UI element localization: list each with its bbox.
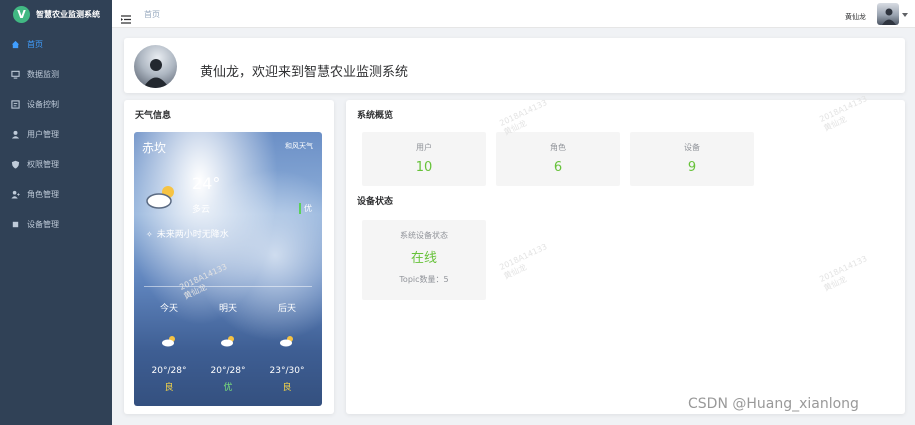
stat-devices[interactable]: 设备 9 [630, 132, 754, 186]
shield-icon [10, 159, 20, 169]
device-icon [10, 219, 20, 229]
partly-cloudy-icon [144, 182, 180, 210]
divider [144, 286, 312, 287]
forecast-day-tomorrow: 明天 [218, 304, 237, 314]
role-icon [10, 189, 20, 199]
sidebar-item-home[interactable]: 首页 [0, 29, 112, 59]
precipitation-text: 未来两小时无降水 [156, 230, 229, 240]
sidebar-menu: 首页 数据监测 设备控制 用户管理 权限管理 角色管理 设备管理 [0, 29, 112, 239]
hamburger-icon[interactable] [121, 9, 131, 24]
sidebar-item-label: 设备控制 [27, 99, 59, 109]
welcome-card: 黄仙龙，欢迎来到智慧农业监测系统 [124, 38, 905, 93]
sidebar-item-label: 角色管理 [27, 189, 59, 199]
air-quality-badge: 优 [299, 203, 312, 214]
stat-label: 用户 [416, 143, 432, 152]
weather-provider: 和风天气 [285, 142, 313, 150]
overview-card: 系统概览 用户 10 角色 6 设备 9 设备状态 系统设备状态 在线 Topi… [346, 100, 905, 414]
forecast-range-today: 20°/28° [151, 366, 187, 376]
forecast-range-tomorrow: 20°/28° [210, 366, 246, 376]
stat-label: 设备 [684, 143, 700, 152]
device-status-title: 设备状态 [357, 197, 394, 207]
sidebar-item-label: 用户管理 [27, 129, 59, 139]
stat-label: 角色 [550, 143, 566, 152]
top-navbar: 首页 黄仙龙 [112, 0, 915, 28]
partly-cloudy-icon [161, 332, 177, 347]
sidebar-item-user-management[interactable]: 用户管理 [0, 119, 112, 149]
forecast-quality-today: 良 [164, 383, 174, 393]
stat-value: 10 [415, 160, 433, 175]
device-status-value: 在线 [410, 251, 437, 266]
weather-city: 赤坎 [142, 141, 167, 155]
sidebar-item-role[interactable]: 角色管理 [0, 179, 112, 209]
welcome-message: 黄仙龙，欢迎来到智慧农业监测系统 [200, 65, 409, 80]
user-icon [10, 129, 20, 139]
weather-card-title: 天气信息 [135, 111, 172, 121]
device-status-label: 系统设备状态 [400, 231, 448, 240]
home-icon [10, 39, 20, 49]
avatar-large [134, 45, 177, 88]
weather-card: 天气信息 赤坎 和风天气 24° 多云 优 ✧ 未来两小时无降水 今天 明天 后天… [124, 100, 334, 414]
stat-users[interactable]: 用户 10 [362, 132, 486, 186]
device-control-icon [10, 99, 20, 109]
partly-cloudy-icon [220, 332, 236, 347]
sidebar-item-data-monitor[interactable]: 数据监测 [0, 59, 112, 89]
forecast-quality-after: 良 [282, 383, 292, 393]
app-logo[interactable]: V 智慧农业监测系统 [0, 0, 112, 28]
device-status-box[interactable]: 系统设备状态 在线 Topic数量：5 [362, 220, 486, 300]
sidebar: V 智慧农业监测系统 首页 数据监测 设备控制 用户管理 权限管理 角色管理 设… [0, 0, 112, 425]
app-title: 智慧农业监测系统 [36, 9, 100, 19]
stat-value: 6 [553, 160, 563, 175]
forecast-day-after: 后天 [277, 304, 296, 314]
rain-drop-icon: ✧ [146, 230, 153, 239]
current-temperature: 24° [192, 174, 221, 193]
forecast-quality-tomorrow: 优 [223, 383, 233, 393]
sidebar-item-permission[interactable]: 权限管理 [0, 149, 112, 179]
sidebar-item-device-management[interactable]: 设备管理 [0, 209, 112, 239]
user-name[interactable]: 黄仙龙 [845, 12, 866, 22]
overview-title: 系统概览 [357, 111, 394, 121]
sidebar-item-label: 首页 [27, 39, 43, 49]
sidebar-item-label: 数据监测 [27, 69, 59, 79]
precipitation-note: ✧ 未来两小时无降水 [146, 227, 229, 240]
weather-condition: 多云 [192, 205, 211, 215]
sidebar-item-label: 权限管理 [27, 159, 59, 169]
chevron-down-icon[interactable] [902, 13, 908, 17]
vue-logo-icon: V [13, 5, 30, 23]
breadcrumb[interactable]: 首页 [144, 9, 160, 20]
monitor-icon [10, 69, 20, 79]
sidebar-item-label: 设备管理 [27, 219, 59, 229]
stat-value: 9 [687, 160, 697, 175]
partly-cloudy-icon [279, 332, 295, 347]
stat-roles[interactable]: 角色 6 [496, 132, 620, 186]
avatar[interactable] [877, 3, 899, 25]
csdn-watermark: CSDN @Huang_xianlong [688, 396, 859, 412]
forecast-range-after: 23°/30° [269, 366, 305, 376]
sidebar-item-device-control[interactable]: 设备控制 [0, 89, 112, 119]
forecast-day-today: 今天 [159, 304, 178, 314]
topic-count: Topic数量：5 [399, 275, 449, 284]
